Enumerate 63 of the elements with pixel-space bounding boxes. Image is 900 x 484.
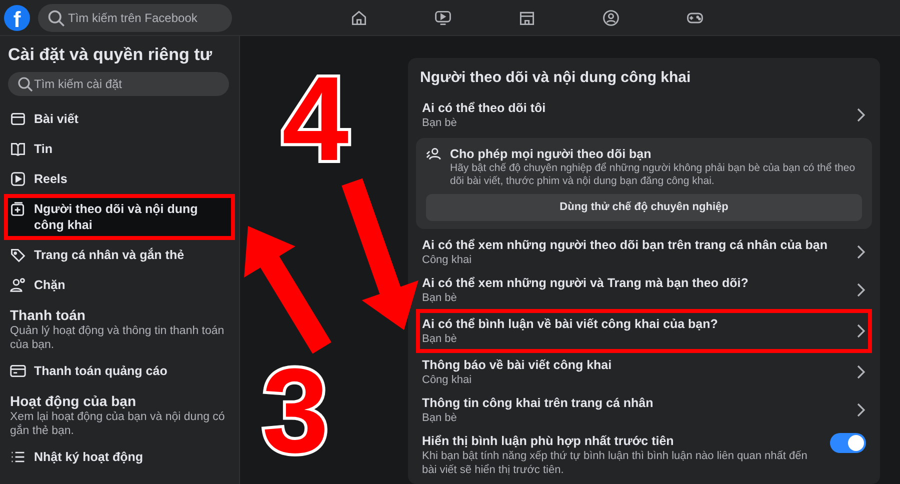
list-icon [10,449,26,465]
chevron-right-icon [856,364,866,378]
chevron-right-icon [856,282,866,296]
row-label: Thông tin công khai trên trang cá nhân [422,394,654,410]
step-number: 3 [262,344,329,478]
row-label: Ai có thể xem những người theo dõi bạn trên trang cá nhân của bạn [422,236,828,252]
search-icon [47,8,65,26]
section-heading: Hoạt động của bạn [10,392,137,410]
section-description: Xem lại hoạt động của bạn và nội dung có gắn thẻ bạn. [10,410,226,438]
section-description: Quản lý hoạt động và thông tin thanh toán của bạn. [10,324,226,352]
sidebar-item[interactable]: Thanh toán quảng cáo [4,356,235,386]
sidebar-item[interactable]: Bài viết [4,104,235,134]
sidebar-item[interactable]: Trang cá nhân và gắn thẻ [4,240,235,270]
chevron-right-icon [856,244,866,258]
credit-card-icon [10,363,26,379]
row-value: Bạn bè [422,332,458,346]
settings-row[interactable]: Ai có thể xem những người theo dõi bạn trên trang cá nhân của bạn Công khai [416,232,872,270]
row-value: Bạn bè [422,116,458,130]
row-label: Thông báo về bài viết công khai [422,356,613,372]
settings-row[interactable]: Thông báo về bài viết công khai Công khai [416,352,872,390]
tag-icon [10,247,26,263]
row-description: Khi bạn bật tính năng xếp thứ tự bình luận thì bình luận nào liên quan nhất đến bài viết sẽ hiển thị trước tiên. [422,448,808,476]
search-field[interactable]: Tìm kiếm cài đặt [8,72,229,96]
row-label: Hiển thị bình luận phù hợp nhất trước tiên [422,432,675,448]
row-value: Công khai [422,372,473,386]
post-icon [10,111,26,127]
sidebar-item[interactable]: Nhật ký hoạt động [4,442,235,472]
promo-description: Hãy bật chế độ chuyên nghiệp để những người không phải bạn bè của bạn có thể theo dõi bài viết, thước phim và nội dung bạn đăng công khai. [450,162,856,188]
chevron-right-icon [856,402,866,416]
person-icon [10,277,26,293]
book-icon [10,141,26,157]
row-label: Ai có thể theo dõi tôi [422,100,547,116]
sidebar-item[interactable]: Tin [4,134,235,164]
row-label: Ai có thể bình luận về bài viết công khai của bạn? [422,316,719,332]
chevron-right-icon [856,324,866,338]
add-icon [10,201,26,217]
panel-title: Người theo dõi và nội dung công khai [420,68,692,88]
professional-mode-button[interactable]: Dùng thử chế độ chuyên nghiệp [426,194,862,220]
page-title: Cài đặt và quyền riêng tư [8,44,214,66]
row-label: Ai có thể xem những người và Trang mà bạn theo dõi? [422,274,750,290]
sidebar-item[interactable]: Chặn [4,270,235,300]
step-number: 4 [282,52,349,186]
chevron-right-icon [856,108,866,122]
section-heading: Thanh toán [10,306,86,324]
settings-row[interactable]: Ai có thể bình luận về bài viết công khai của bạn? Bạn bè [416,308,872,352]
promo-title: Cho phép mọi người theo dõi bạn [450,146,652,162]
search-icon [17,76,33,92]
toggle-switch[interactable] [830,432,866,452]
logo[interactable]: f [4,4,30,30]
settings-row[interactable]: Thông tin công khai trên trang cá nhân Bạn bè [416,390,872,428]
sidebar-item[interactable]: Reels [4,164,235,194]
video-icon[interactable] [434,8,452,26]
settings-row[interactable]: Ai có thể theo dõi tôi Bạn bè [416,96,872,134]
person-icon [426,146,442,162]
home-icon[interactable] [350,8,368,26]
people-icon[interactable] [602,8,620,26]
row-value: Công khai [422,252,473,266]
row-value: Bạn bè [422,290,458,304]
search-field[interactable]: Tìm kiếm trên Facebook [38,4,232,32]
settings-row[interactable]: Ai có thể xem những người và Trang mà bạn theo dõi? Bạn bè [416,270,872,308]
play-icon [10,171,26,187]
sidebar-item[interactable]: Người theo dõi và nội dung công khai [4,194,235,240]
row-value: Bạn bè [422,410,458,424]
